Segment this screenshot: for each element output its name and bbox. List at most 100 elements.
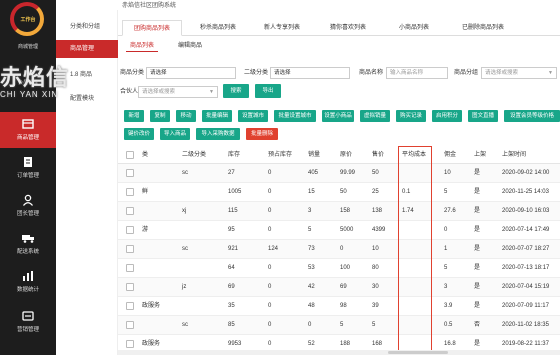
- sidebar-item-orders[interactable]: 订单管理: [0, 150, 56, 186]
- product-name-input[interactable]: 输入商品名称: [386, 67, 448, 79]
- subnav-item-config[interactable]: 配置模块: [56, 90, 118, 108]
- cell-stock: 35: [228, 303, 235, 309]
- sidebar-item-delivery[interactable]: 配送系统: [0, 226, 56, 262]
- batch-set-city-button[interactable]: 批量设置城市: [274, 110, 316, 122]
- col-average-cost: 平均成本: [402, 152, 427, 158]
- cell-stock: 69: [228, 284, 235, 290]
- product-name-placeholder: 输入商品名称: [390, 70, 424, 76]
- search-button[interactable]: 搜索: [223, 84, 249, 98]
- cell-sales: 5: [308, 227, 312, 233]
- col-sales: 销量: [308, 152, 321, 158]
- set-small-product-button[interactable]: 设置小商品: [322, 110, 354, 122]
- cell-sale-price: 5: [372, 322, 376, 328]
- cell-commission: 3.9: [444, 303, 453, 309]
- table-row[interactable]: sc 85 0 0 5 5 0.5 否 2020-11-02 18:35: [118, 316, 560, 335]
- cell-sales: 0: [308, 322, 312, 328]
- cell-commission: 5: [444, 189, 448, 195]
- row-checkbox[interactable]: [126, 169, 134, 177]
- sidebar-item-leaders[interactable]: 团长管理: [0, 188, 56, 224]
- price-change-button[interactable]: 键价改价: [124, 128, 154, 140]
- table-header: 类 二级分类 库存 预占库存 销量 原价 售价 平均成本 佣金 上架 上架时间: [118, 146, 560, 164]
- sidebar-item-label: 团长管理: [16, 211, 39, 217]
- cell-listed-time: 2020-07-09 11:17: [502, 303, 549, 309]
- tab-newcomer-products[interactable]: 新人专享列表: [252, 20, 312, 36]
- add-button[interactable]: 新增: [124, 110, 144, 122]
- virtual-sales-button[interactable]: 虚拟销量: [360, 110, 390, 122]
- cell-listed: 是: [474, 208, 481, 214]
- row-checkbox[interactable]: [126, 207, 134, 215]
- table-row[interactable]: 政服务 35 0 48 98 39 3.9 是 2020-07-09 11:17: [118, 297, 560, 316]
- tab-seckill-products[interactable]: 秒杀商品列表: [188, 20, 248, 36]
- batch-delete-button[interactable]: 批量删除: [246, 128, 278, 140]
- col-listed-time: 上架时间: [502, 152, 527, 158]
- cell-listed: 是: [474, 284, 481, 290]
- subcategory-select[interactable]: 请选择: [270, 67, 350, 79]
- sidebar-item-label: 订单管理: [16, 173, 39, 179]
- partner-select[interactable]: 请选择或搜索 ▼: [138, 86, 218, 98]
- purchase-records-button[interactable]: 购买记录: [396, 110, 426, 122]
- enable-points-button[interactable]: 启用积分: [432, 110, 462, 122]
- cell-reserved-stock: 0: [268, 322, 272, 328]
- cell-subcategory: xj: [182, 208, 187, 214]
- row-checkbox[interactable]: [126, 226, 134, 234]
- sidebar-section-label: 商城管理: [17, 44, 38, 50]
- row-checkbox[interactable]: [126, 188, 134, 196]
- product-group-select[interactable]: 请选择或搜索 ▼: [481, 67, 557, 79]
- subtab-edit-product[interactable]: 编辑商品: [174, 40, 206, 52]
- app-title: 赤焰信社区团购系统: [122, 3, 177, 9]
- table-row[interactable]: 鲜 1005 0 15 50 25 0.1 5 是 2020-11-25 14:03: [118, 183, 560, 202]
- subnav-item-categories[interactable]: 分类和分组: [56, 18, 118, 36]
- chevron-down-icon: ▼: [209, 89, 214, 95]
- cell-sales: 53: [308, 265, 315, 271]
- table-row[interactable]: jz 69 0 42 69 30 3 是 2020-07-04 15:19: [118, 278, 560, 297]
- row-checkbox[interactable]: [126, 340, 134, 348]
- tab-small-products[interactable]: 小商品列表: [386, 20, 442, 36]
- scrollbar-thumb[interactable]: [388, 351, 448, 354]
- table-row[interactable]: 64 0 53 100 80 5 是 2020-07-13 18:17: [118, 259, 560, 278]
- cell-listed-time: 2020-09-10 16:03: [502, 208, 550, 214]
- row-checkbox[interactable]: [126, 302, 134, 310]
- table-row[interactable]: sc 27 0 405 99.99 50 10 是 2020-09-02 14:00: [118, 164, 560, 183]
- top-bar: 赤焰信社区团购系统: [56, 0, 560, 10]
- row-checkbox[interactable]: [126, 283, 134, 291]
- cell-sale-price: 4399: [372, 227, 386, 233]
- cell-sale-price: 39: [372, 303, 379, 309]
- table-row[interactable]: xj 115 0 3 158 138 1.74 27.6 是 2020-09-10 16:03: [118, 202, 560, 221]
- move-button[interactable]: 移动: [176, 110, 196, 122]
- cell-commission: 1: [444, 246, 448, 252]
- export-button[interactable]: 导出: [255, 84, 281, 98]
- live-post-button[interactable]: 图文直播: [468, 110, 498, 122]
- row-checkbox[interactable]: [126, 264, 134, 272]
- select-all-checkbox[interactable]: [126, 151, 134, 159]
- import-purchase-data-button[interactable]: 导入采购数据: [196, 128, 240, 140]
- sidebar-item-products[interactable]: 商品管理: [0, 112, 56, 148]
- sub-sidebar: 分类和分组 商品管理 1.8 商品 配置模块: [56, 0, 118, 355]
- copy-button[interactable]: 复制: [150, 110, 170, 122]
- batch-edit-button[interactable]: 批量编辑: [202, 110, 232, 122]
- cell-stock: 64: [228, 265, 235, 271]
- sidebar-item-marketing[interactable]: 营销管理: [0, 304, 56, 340]
- logo-caption: 工作台: [20, 17, 36, 23]
- row-checkbox[interactable]: [126, 245, 134, 253]
- col-stock: 库存: [228, 152, 241, 158]
- set-city-button[interactable]: 设置城市: [238, 110, 268, 122]
- cell-listed-time: 2020-07-13 18:17: [502, 265, 550, 271]
- row-checkbox[interactable]: [126, 321, 134, 329]
- member-level-price-button[interactable]: 设置会员等级价格: [504, 110, 560, 122]
- category-select[interactable]: 请选择: [146, 67, 236, 79]
- sidebar-item-statistics[interactable]: 数据统计: [0, 264, 56, 300]
- import-products-button[interactable]: 导入商品: [160, 128, 190, 140]
- tab-deleted-products[interactable]: 已删除商品列表: [448, 20, 518, 36]
- tab-groupbuy-products[interactable]: 团购商品列表: [122, 20, 182, 36]
- tab-guess-like[interactable]: 猜你喜欢列表: [318, 20, 378, 36]
- cell-sales: 42: [308, 284, 315, 290]
- cell-listed-time: 2020-11-25 14:03: [502, 189, 549, 195]
- cell-sale-price: 80: [372, 265, 379, 271]
- table-row[interactable]: sc 921 124 73 0 10 1 是 2020-07-07 18:27: [118, 240, 560, 259]
- subtab-product-list[interactable]: 商品列表: [126, 40, 158, 52]
- subnav-item-18-products[interactable]: 1.8 商品: [56, 66, 118, 84]
- subnav-item-products[interactable]: 商品管理: [56, 40, 118, 58]
- table-row[interactable]: 游 95 0 5 5000 4399 0 是 2020-07-14 17:49: [118, 221, 560, 240]
- horizontal-scrollbar[interactable]: [118, 350, 560, 355]
- sidebar-item-members[interactable]: 会员管理: [0, 80, 56, 87]
